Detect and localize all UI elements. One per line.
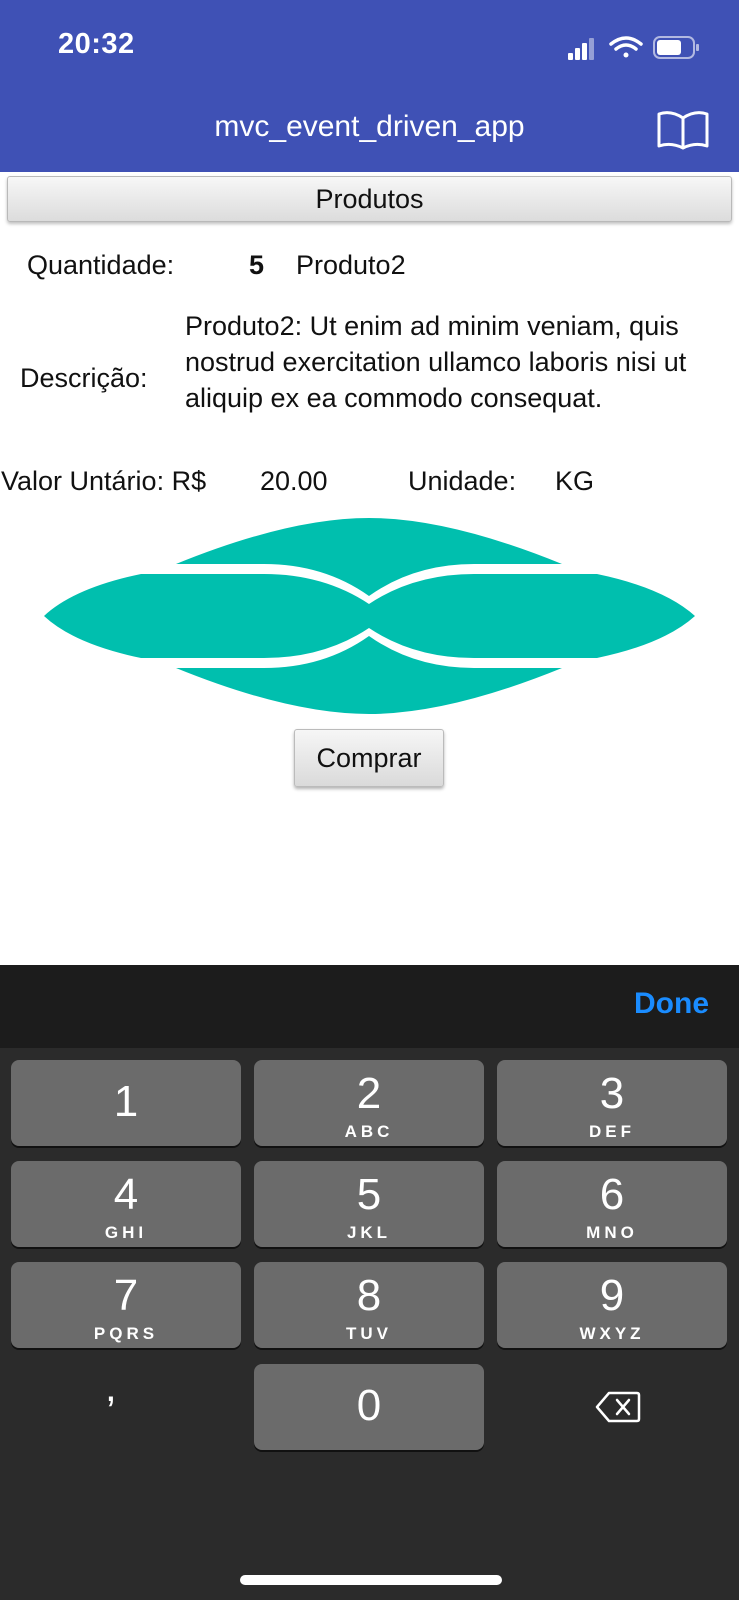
status-icons [568,34,703,67]
comma-key[interactable]: , [105,1363,117,1411]
key-letters: MNO [586,1223,638,1242]
quantity-label: Quantidade: [27,250,175,280]
product-logo-shape [44,518,695,714]
unit-label: Unidade: [408,466,517,496]
key-4[interactable]: 4 GHI [11,1161,241,1247]
key-digit: 4 [113,1170,139,1219]
backspace-icon[interactable] [595,1391,641,1428]
unit-value: KG [555,466,595,496]
key-letters: WXYZ [579,1324,645,1343]
numeric-keyboard: Done 1 2 ABC 3 DEF 4 GHI 5 JKL 6 MNO 7 P… [0,965,739,1600]
key-letters: GHI [104,1223,148,1242]
key-digit: 7 [113,1271,139,1320]
key-digit: 2 [356,1069,382,1118]
key-digit: 3 [599,1069,625,1118]
status-time: 20:32 [58,28,135,60]
key-digit: 0 [356,1381,382,1430]
quantity-value[interactable]: 5 [249,250,264,281]
key-digit: 1 [113,1077,139,1126]
key-digit: 8 [356,1271,382,1320]
home-indicator[interactable] [240,1575,502,1585]
wifi-icon [609,36,643,58]
product-description: Produto2: Ut enim ad minim veniam, quis … [185,311,687,413]
signal-icon [568,38,594,60]
key-letters: PQRS [93,1324,159,1343]
key-letters: TUV [346,1324,392,1343]
battery-icon [653,36,699,59]
price-value: 20.00 [260,466,328,496]
price-label: Valor Untário: R$ [1,466,207,496]
key-letters: ABC [344,1122,394,1141]
buy-button[interactable]: Comprar [294,729,444,787]
key-digit: 6 [599,1170,625,1219]
product-name: Produto2 [296,250,406,280]
key-1[interactable]: 1 [11,1060,241,1146]
key-digit: 9 [599,1271,625,1320]
key-3[interactable]: 3 DEF [497,1060,727,1146]
key-6[interactable]: 6 MNO [497,1161,727,1247]
key-digit: 5 [356,1170,382,1219]
app-header: 20:32 mvc_event_driven_app [0,0,739,172]
description-label: Descrição: [20,363,148,393]
key-letters: DEF [589,1122,635,1141]
key-0[interactable]: 0 [254,1364,484,1450]
key-9[interactable]: 9 WXYZ [497,1262,727,1348]
key-7[interactable]: 7 PQRS [11,1262,241,1348]
key-5[interactable]: 5 JKL [254,1161,484,1247]
key-2[interactable]: 2 ABC [254,1060,484,1146]
done-button[interactable]: Done [634,987,709,1021]
keyboard-toolbar: Done [0,965,739,1048]
key-8[interactable]: 8 TUV [254,1262,484,1348]
product-image [44,518,695,714]
app-title: mvc_event_driven_app [214,110,525,143]
key-letters: JKL [346,1223,392,1242]
section-header-products[interactable]: Produtos [7,176,732,222]
book-icon[interactable] [657,110,709,155]
